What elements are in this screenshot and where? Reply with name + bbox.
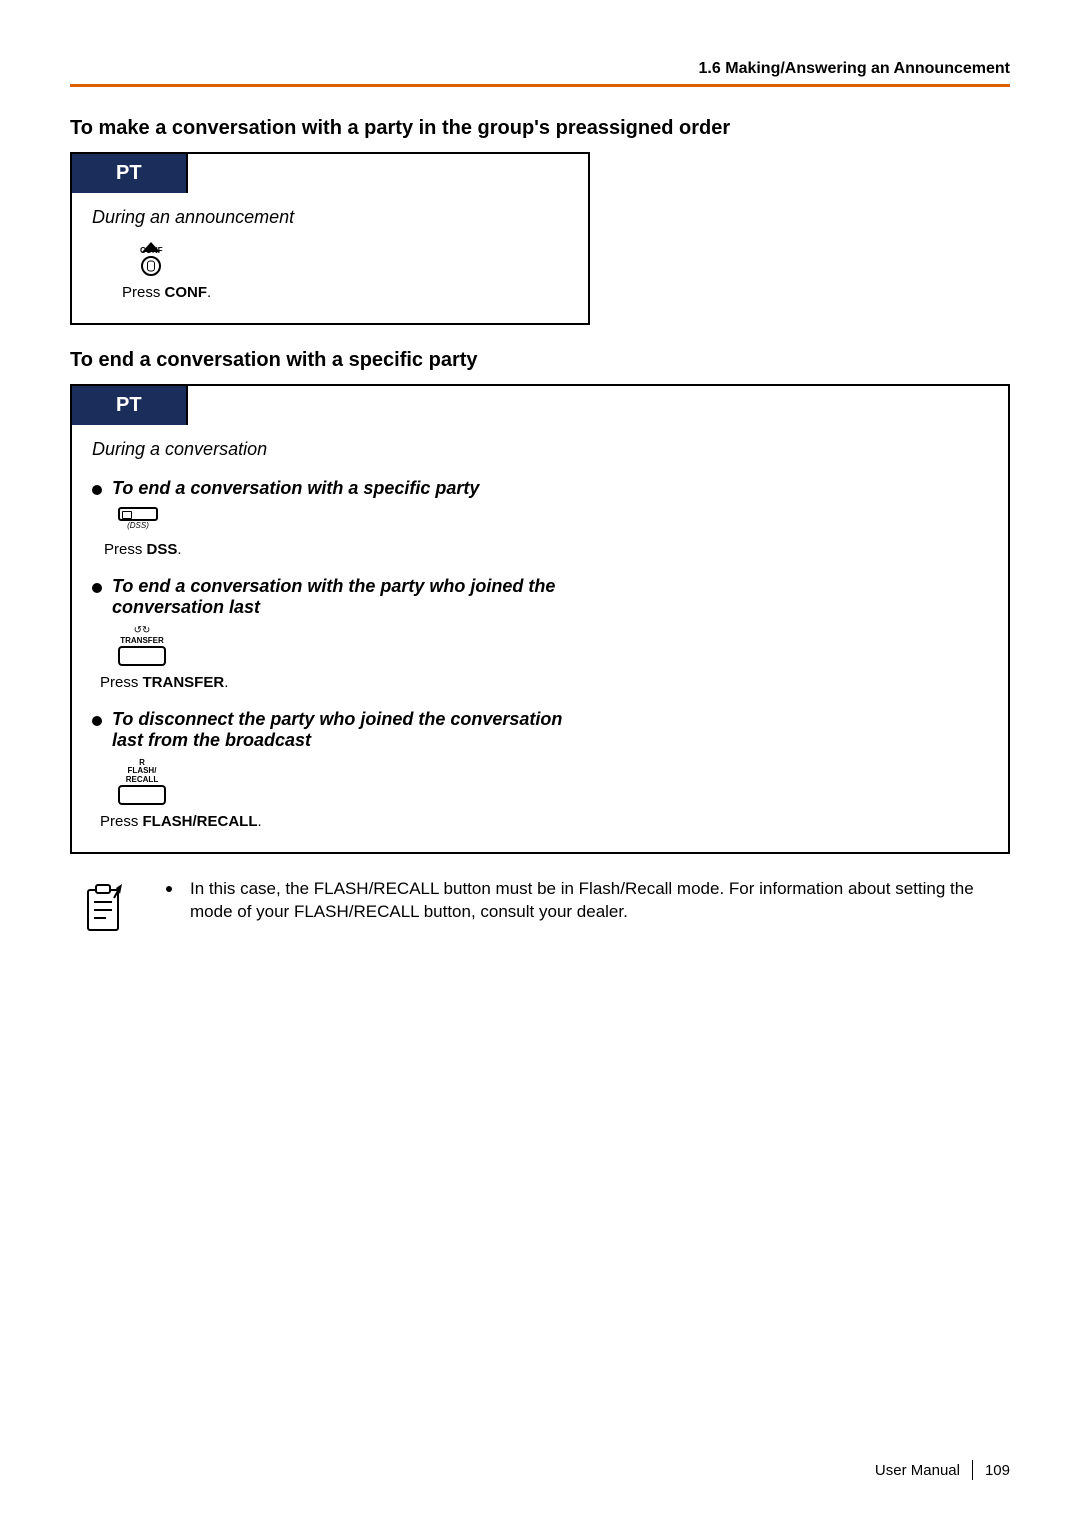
bullet-disconnect-last: To disconnect the party who joined the c… (92, 709, 988, 751)
footer-manual-label: User Manual (875, 1462, 960, 1479)
pt-tab: PT (70, 384, 188, 425)
press-transfer-instruction: Press TRANSFER. (100, 674, 988, 691)
footer-divider (972, 1460, 973, 1480)
press-key-name: DSS (147, 541, 178, 558)
dss-key-icon (118, 507, 158, 521)
press-key-name: TRANSFER (143, 674, 225, 691)
bullet-icon (92, 485, 102, 495)
bullet-title-text: To end a conversation with the party who… (112, 576, 592, 618)
heading-make-conversation: To make a conversation with a party in t… (70, 117, 1010, 140)
bullet-end-last-joined: To end a conversation with the party who… (92, 576, 988, 618)
press-suffix: . (258, 813, 262, 830)
footer-page-number: 109 (985, 1462, 1010, 1479)
press-flash-recall-instruction: Press FLASH/RECALL. (100, 813, 988, 830)
note-text: In this case, the FLASH/RECALL button mu… (190, 878, 1010, 924)
press-prefix: Press (104, 541, 147, 558)
context-line: During a conversation (92, 439, 988, 460)
press-prefix: Press (100, 674, 143, 691)
press-suffix: . (224, 674, 228, 691)
transfer-arrows-icon: ↺↻ (118, 626, 166, 636)
bullet-end-specific: To end a conversation with a specific pa… (92, 478, 988, 499)
bullet-icon (166, 886, 172, 892)
conf-icon-label: CONF (140, 247, 163, 255)
heading-end-conversation: To end a conversation with a specific pa… (70, 349, 1010, 372)
dss-icon-label: (DSS) (118, 522, 158, 530)
bullet-title-text: To disconnect the party who joined the c… (112, 709, 592, 751)
flash-label-recall: RECALL (118, 776, 166, 784)
press-prefix: Press (100, 813, 143, 830)
press-conf-instruction: Press CONF. (122, 284, 568, 301)
press-suffix: . (207, 284, 211, 301)
press-key-name: CONF (165, 284, 208, 301)
flash-recall-key-icon (118, 785, 166, 805)
page-footer: User Manual 109 (875, 1460, 1010, 1480)
transfer-icon-label: TRANSFER (118, 637, 166, 645)
note-clipboard-icon (82, 882, 128, 938)
procedure-box-make-conversation: PT During an announcement CONF Press CON… (70, 152, 590, 325)
conf-key-icon (141, 256, 161, 276)
transfer-key-icon (118, 646, 166, 666)
press-dss-instruction: Press DSS. (104, 541, 988, 558)
transfer-button-illustration: ↺↻ TRANSFER (118, 626, 988, 666)
press-key-name: FLASH/RECALL (143, 813, 258, 830)
pt-tab: PT (70, 152, 188, 193)
conf-button-illustration: CONF (140, 240, 568, 276)
bullet-title-text: To end a conversation with a specific pa… (112, 478, 479, 499)
press-suffix: . (177, 541, 181, 558)
section-number: 1.6 (699, 60, 721, 77)
section-title: Making/Answering an Announcement (725, 60, 1010, 77)
flash-recall-button-illustration: R FLASH/ RECALL (118, 759, 988, 805)
context-line: During an announcement (92, 207, 568, 228)
press-prefix: Press (122, 284, 165, 301)
note-row: In this case, the FLASH/RECALL button mu… (70, 878, 1010, 943)
bullet-icon (92, 716, 102, 726)
procedure-box-end-conversation: PT During a conversation To end a conver… (70, 384, 1010, 854)
bullet-icon (92, 583, 102, 593)
dss-button-illustration: (DSS) (118, 507, 988, 533)
section-header: 1.6 Making/Answering an Announcement (70, 60, 1010, 87)
